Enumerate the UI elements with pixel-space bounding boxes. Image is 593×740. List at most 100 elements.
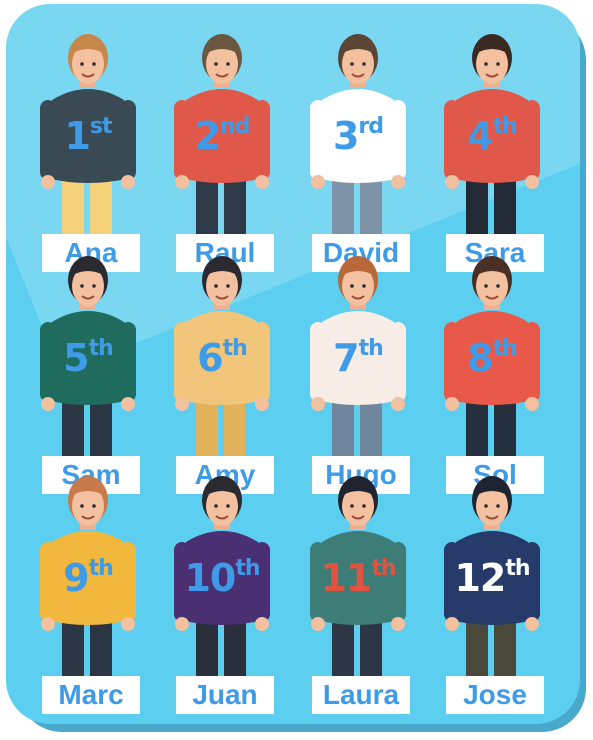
right-eye <box>496 284 500 288</box>
person-card: 8th Sol <box>426 230 558 494</box>
left-hand <box>41 397 55 411</box>
left-eye <box>484 284 488 288</box>
left-eye <box>214 284 218 288</box>
ordinal-digits: 8 <box>467 336 493 380</box>
ordinal-digits: 10 <box>184 556 236 600</box>
left-hand <box>445 175 459 189</box>
ordinal-digits: 12 <box>454 556 506 600</box>
right-hand <box>525 617 539 631</box>
ordinal-number: 2nd <box>156 114 288 158</box>
person-card: 1st Ana <box>22 8 154 272</box>
ordinal-suffix: th <box>505 556 530 581</box>
right-hand <box>255 617 269 631</box>
ordinal-suffix: nd <box>220 114 250 139</box>
name-label: Marc <box>42 676 140 714</box>
person-card: 5th Sam <box>22 230 154 494</box>
ordinal-number: 8th <box>426 336 558 380</box>
ordinal-digits: 1 <box>64 114 90 158</box>
ordinal-suffix: rd <box>358 114 384 139</box>
ordinal-number: 6th <box>156 336 288 380</box>
right-eye <box>226 284 230 288</box>
left-hand <box>175 617 189 631</box>
right-eye <box>496 504 500 508</box>
ordinal-number: 4th <box>426 114 558 158</box>
left-hand <box>311 617 325 631</box>
person-card: 4th Sara <box>426 8 558 272</box>
left-eye <box>350 284 354 288</box>
ordinal-suffix: th <box>88 556 114 581</box>
right-hand <box>391 617 405 631</box>
ordinal-number: 11th <box>292 556 424 600</box>
name-label: Laura <box>312 676 410 714</box>
ordinal-digits: 3 <box>332 114 359 158</box>
person-card: 7th Hugo <box>292 230 424 494</box>
ordinal-digits: 2 <box>194 114 221 158</box>
right-hand <box>121 175 135 189</box>
right-eye <box>226 504 230 508</box>
left-hand <box>41 617 55 631</box>
right-eye <box>362 504 366 508</box>
person-card: 9th Marc <box>22 450 154 714</box>
ordinal-digits: 9 <box>63 556 89 600</box>
right-hand <box>255 397 269 411</box>
ordinal-digits: 5 <box>63 336 89 380</box>
right-eye <box>92 504 96 508</box>
ordinal-suffix: th <box>358 336 384 361</box>
ordinal-number: 10th <box>156 556 288 600</box>
right-eye <box>362 284 366 288</box>
right-eye <box>92 284 96 288</box>
right-hand <box>525 397 539 411</box>
person-card: 3rd David <box>292 8 424 272</box>
right-hand <box>121 617 135 631</box>
left-hand <box>175 175 189 189</box>
left-hand <box>445 617 459 631</box>
right-hand <box>255 175 269 189</box>
person-card: 6th Amy <box>156 230 288 494</box>
name-label: Juan <box>176 676 274 714</box>
left-hand <box>445 397 459 411</box>
left-eye <box>80 284 84 288</box>
people-grid: 1st Ana 2nd Raul 3rd David 4th Sara 5th Sam 6th Amy… <box>6 4 580 724</box>
ordinal-suffix: th <box>222 336 248 361</box>
right-hand <box>121 397 135 411</box>
right-eye <box>496 62 500 66</box>
ordinal-suffix: th <box>371 556 396 581</box>
ordinal-number: 9th <box>22 556 154 600</box>
right-eye <box>362 62 366 66</box>
left-hand <box>175 397 189 411</box>
ordinal-number: 5th <box>22 336 154 380</box>
ordinal-digits: 6 <box>197 336 223 380</box>
ordinal-suffix: th <box>492 336 518 361</box>
left-hand <box>41 175 55 189</box>
person-card: 10th Juan <box>156 450 288 714</box>
ordinal-suffix: th <box>235 556 260 581</box>
ordinal-number: 1st <box>22 114 154 158</box>
ordinal-digits: 4 <box>467 114 493 158</box>
ordinal-suffix: th <box>88 336 114 361</box>
left-eye <box>214 62 218 66</box>
left-hand <box>311 175 325 189</box>
ordinal-suffix: th <box>492 114 518 139</box>
ordinal-suffix: st <box>89 114 113 139</box>
name-label: Jose <box>446 676 544 714</box>
right-hand <box>391 175 405 189</box>
ordinal-number: 7th <box>292 336 424 380</box>
left-eye <box>80 504 84 508</box>
person-card: 11th Laura <box>292 450 424 714</box>
left-eye <box>350 62 354 66</box>
person-card: 12th Jose <box>426 450 558 714</box>
left-eye <box>214 504 218 508</box>
left-eye <box>350 504 354 508</box>
right-hand <box>525 175 539 189</box>
ordinal-number: 3rd <box>292 114 424 158</box>
ordinal-digits: 7 <box>333 336 359 380</box>
right-hand <box>391 397 405 411</box>
ordinal-number: 12th <box>426 556 558 600</box>
right-eye <box>226 62 230 66</box>
right-eye <box>92 62 96 66</box>
person-card: 2nd Raul <box>156 8 288 272</box>
ordinal-digits: 11 <box>320 556 372 600</box>
left-hand <box>311 397 325 411</box>
left-eye <box>80 62 84 66</box>
left-eye <box>484 62 488 66</box>
